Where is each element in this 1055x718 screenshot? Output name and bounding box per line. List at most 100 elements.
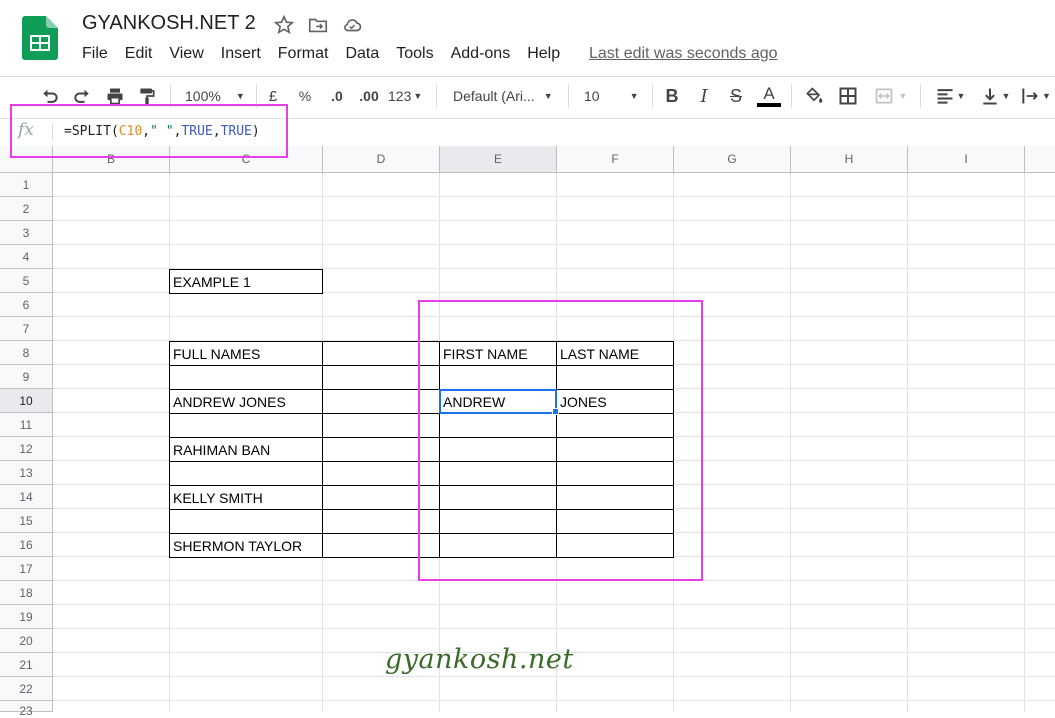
cell-c14[interactable]: KELLY SMITH — [169, 485, 323, 510]
cloud-saved-icon[interactable] — [341, 14, 363, 36]
column-header-h[interactable]: H — [791, 146, 908, 173]
grid-line — [1024, 173, 1025, 712]
row-header-21[interactable]: 21 — [0, 653, 53, 677]
chevron-down-icon: ▼ — [629, 91, 639, 101]
horizontal-align-icon[interactable]: ▼ — [930, 84, 970, 108]
menu-bar: File Edit View Insert Format Data Tools … — [82, 45, 577, 65]
row-header-15[interactable]: 15 — [0, 509, 53, 533]
grid-line — [53, 676, 1055, 677]
grid-line — [53, 604, 1055, 605]
grid-line — [53, 220, 1055, 221]
toolbar-divider — [436, 84, 437, 108]
row-header-7[interactable]: 7 — [0, 317, 53, 341]
row-header-14[interactable]: 14 — [0, 485, 53, 509]
menu-view[interactable]: View — [169, 45, 203, 65]
grid-line — [790, 173, 791, 712]
row-header-10[interactable]: 10 — [0, 389, 53, 413]
fill-color-icon[interactable] — [802, 84, 826, 108]
menu-help[interactable]: Help — [527, 45, 560, 65]
toolbar-divider — [652, 84, 653, 108]
cell-c11[interactable] — [169, 413, 323, 438]
column-header-j[interactable] — [1025, 146, 1055, 173]
menu-format[interactable]: Format — [278, 45, 329, 65]
font-family-value: Default (Ari... — [453, 88, 535, 104]
watermark: gyankosh.net — [385, 644, 574, 675]
cell-c12[interactable]: RAHIMAN BAN — [169, 437, 323, 462]
more-formats-select[interactable]: 123 ▼ — [388, 84, 426, 108]
row-header-18[interactable]: 18 — [0, 581, 53, 605]
cell-c5[interactable]: EXAMPLE 1 — [169, 269, 323, 294]
menu-add-ons[interactable]: Add-ons — [451, 45, 511, 65]
row-header-19[interactable]: 19 — [0, 605, 53, 629]
vertical-align-icon[interactable]: ▼ — [975, 84, 1015, 108]
chevron-down-icon: ▼ — [898, 91, 908, 101]
decrease-decimals-button[interactable]: .0 — [325, 84, 349, 108]
row-header-4[interactable]: 4 — [0, 245, 53, 269]
column-header-e[interactable]: E — [440, 146, 557, 173]
bold-button[interactable]: B — [661, 84, 683, 108]
column-header-d[interactable]: D — [323, 146, 440, 173]
borders-icon[interactable] — [836, 84, 860, 108]
chevron-down-icon: ▼ — [413, 91, 423, 101]
row-header-8[interactable]: 8 — [0, 341, 53, 365]
menu-insert[interactable]: Insert — [221, 45, 261, 65]
zoom-value: 100% — [185, 88, 221, 104]
row-header-6[interactable]: 6 — [0, 293, 53, 317]
grid-line — [53, 244, 1055, 245]
document-title[interactable]: GYANKOSH.NET 2 — [82, 12, 256, 35]
text-color-button[interactable]: A — [757, 84, 781, 108]
row-header-20[interactable]: 20 — [0, 629, 53, 653]
row-header-16[interactable]: 16 — [0, 533, 53, 557]
italic-button[interactable]: I — [693, 84, 715, 108]
move-folder-icon[interactable] — [307, 14, 329, 36]
cell-c15[interactable] — [169, 509, 323, 534]
grid-line — [53, 628, 1055, 629]
chevron-down-icon: ▼ — [235, 91, 245, 101]
row-header-2[interactable]: 2 — [0, 197, 53, 221]
cell-c13[interactable] — [169, 461, 323, 486]
row-header-22[interactable]: 22 — [0, 677, 53, 701]
column-header-i[interactable]: I — [908, 146, 1025, 173]
grid-line — [53, 700, 1055, 701]
menu-edit[interactable]: Edit — [125, 45, 153, 65]
cell-c9[interactable] — [169, 365, 323, 390]
formula-highlight-box — [10, 104, 288, 158]
font-family-select[interactable]: Default (Ari... ▼ — [447, 84, 559, 108]
font-size-select[interactable]: 10 ▼ — [578, 84, 644, 108]
cell-c10[interactable]: ANDREW JONES — [169, 389, 323, 414]
font-size-value: 10 — [584, 88, 600, 104]
row-header-23[interactable]: 23 — [0, 701, 53, 718]
text-color-swatch — [757, 103, 781, 107]
chevron-down-icon: ▼ — [543, 91, 553, 101]
menu-data[interactable]: Data — [345, 45, 379, 65]
row-header-13[interactable]: 13 — [0, 461, 53, 485]
chevron-down-icon: ▼ — [1001, 91, 1011, 101]
star-icon[interactable] — [273, 14, 295, 36]
row-header-17[interactable]: 17 — [0, 557, 53, 581]
menu-tools[interactable]: Tools — [396, 45, 433, 65]
increase-decimals-button[interactable]: .00 — [356, 84, 382, 108]
sheets-logo-icon[interactable] — [22, 16, 58, 60]
column-header-f[interactable]: F — [557, 146, 674, 173]
row-header-12[interactable]: 12 — [0, 437, 53, 461]
merge-cells-icon[interactable]: ▼ — [870, 84, 910, 108]
chevron-down-icon: ▼ — [956, 91, 966, 101]
more-formats-label: 123 — [388, 88, 412, 104]
text-wrapping-icon[interactable]: ▼ — [1020, 84, 1055, 108]
row-header-9[interactable]: 9 — [0, 365, 53, 389]
menu-file[interactable]: File — [82, 45, 108, 65]
strikethrough-button[interactable]: S — [725, 84, 747, 108]
cell-c8[interactable]: FULL NAMES — [169, 341, 323, 366]
toolbar-divider — [568, 84, 569, 108]
result-highlight-box — [418, 300, 703, 581]
column-header-g[interactable]: G — [674, 146, 791, 173]
grid-line — [53, 196, 1055, 197]
row-header-5[interactable]: 5 — [0, 269, 53, 293]
cell-c16[interactable]: SHERMON TAYLOR — [169, 533, 323, 558]
percent-format-button[interactable]: % — [295, 84, 315, 108]
row-header-3[interactable]: 3 — [0, 221, 53, 245]
grid-line — [907, 173, 908, 712]
row-header-11[interactable]: 11 — [0, 413, 53, 437]
row-header-1[interactable]: 1 — [0, 173, 53, 197]
last-edit-link[interactable]: Last edit was seconds ago — [589, 45, 778, 63]
